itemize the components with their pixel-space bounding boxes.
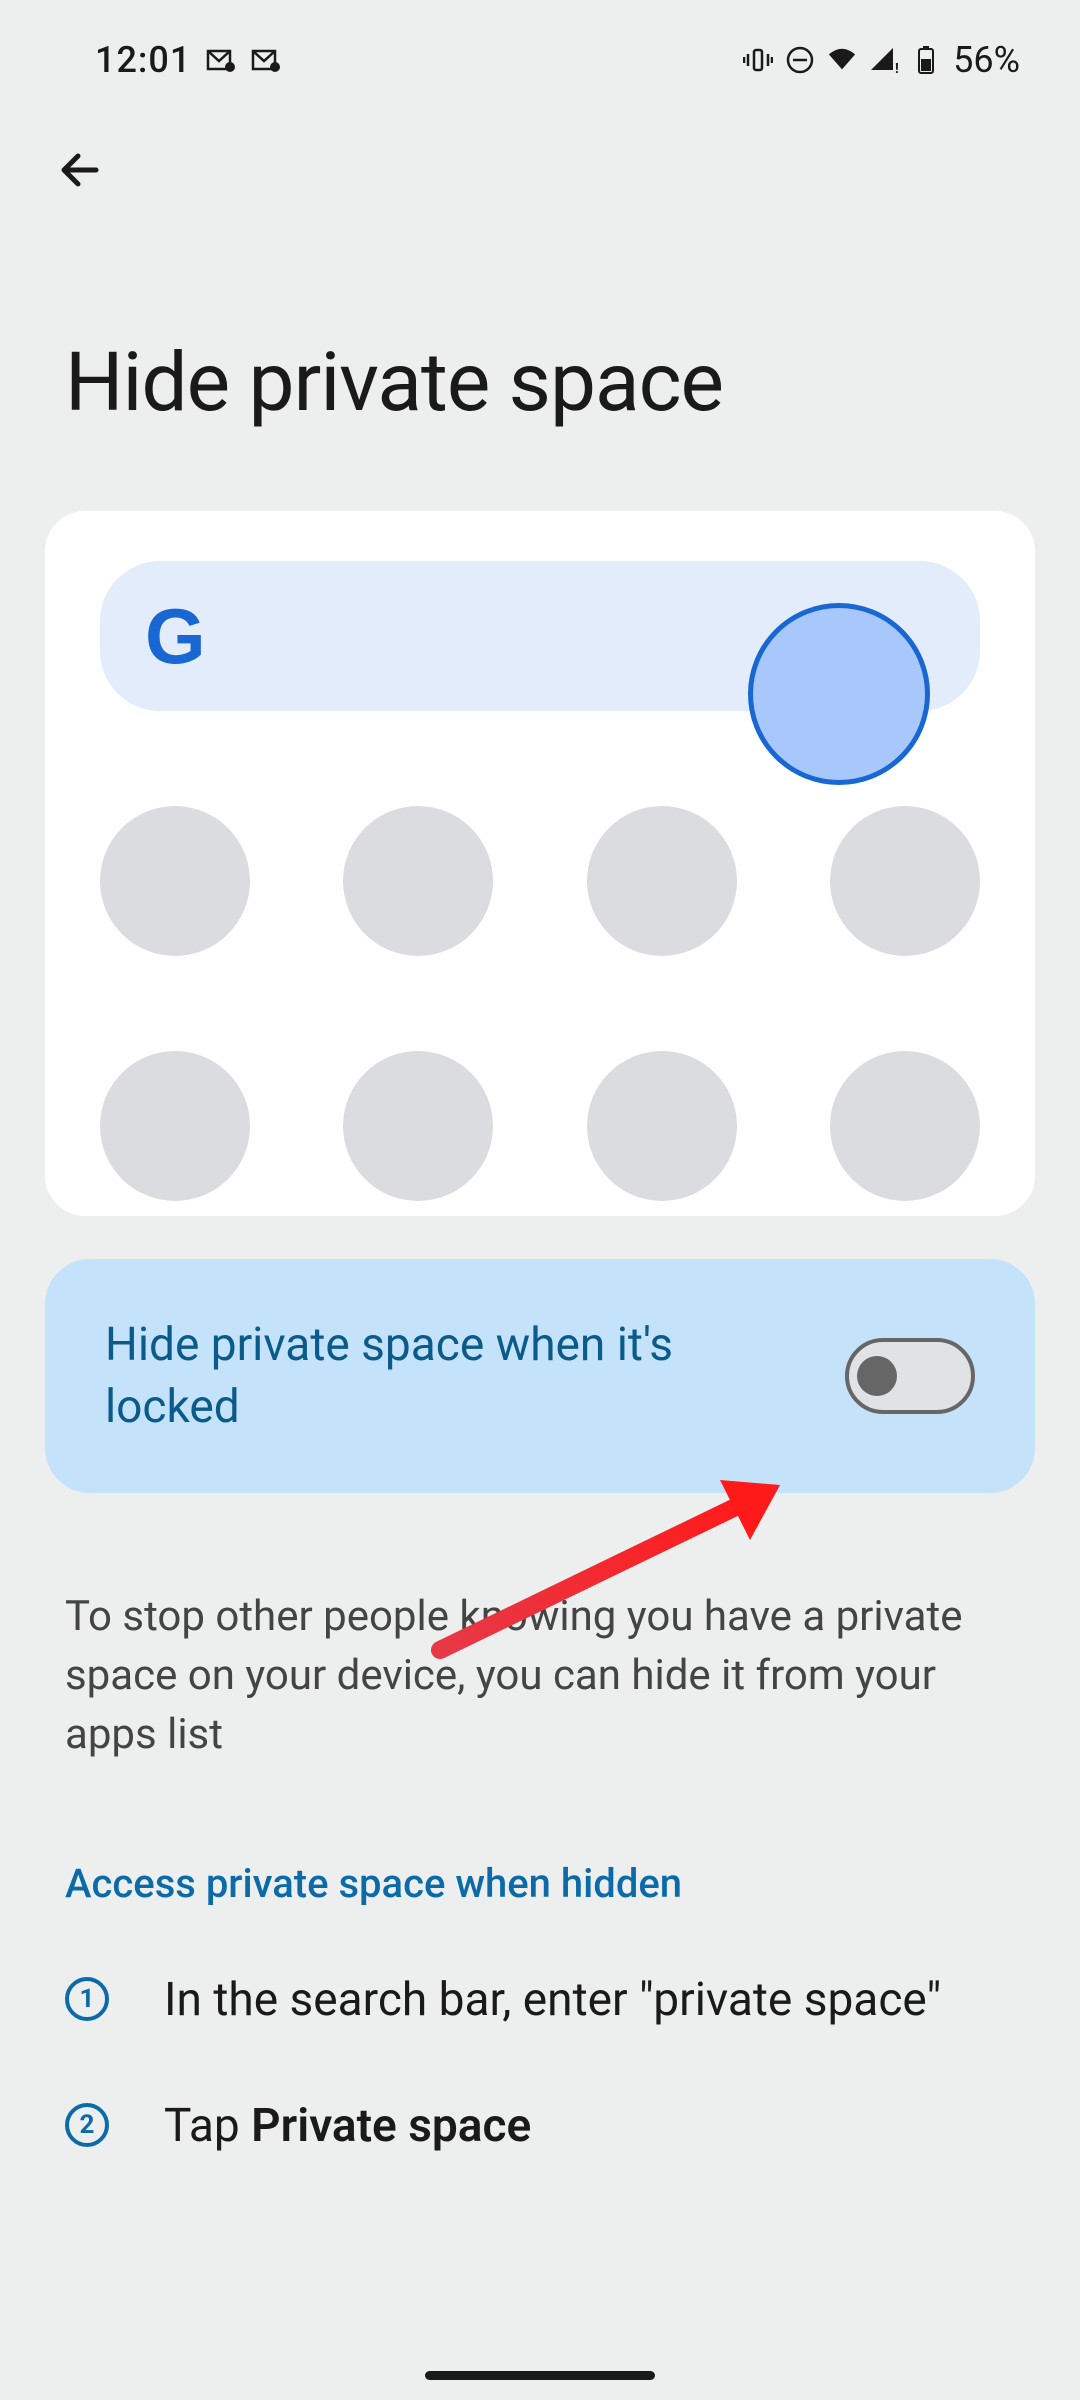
toggle-label: Hide private space when it's locked (105, 1314, 785, 1438)
battery-percentage: 56% (953, 39, 1020, 81)
app-placeholder (100, 806, 250, 956)
arrow-left-icon (56, 146, 104, 194)
app-placeholder (587, 1051, 737, 1201)
section-header: Access private space when hidden (0, 1765, 1080, 1907)
app-row-2 (100, 1051, 980, 1201)
hide-toggle-card[interactable]: Hide private space when it's locked (45, 1259, 1035, 1493)
step-number-2: 2 (65, 2103, 109, 2147)
highlight-circle (748, 603, 930, 785)
notification-icon-2 (251, 45, 281, 75)
google-g-icon: G (145, 591, 206, 682)
app-placeholder (587, 806, 737, 956)
step-1-text: In the search bar, enter "private space" (164, 1967, 941, 2034)
dnd-icon (785, 45, 815, 75)
app-placeholder (830, 1051, 980, 1201)
page-title: Hide private space (0, 200, 1080, 511)
notification-icon-1 (206, 45, 236, 75)
search-pill-illustration: G (100, 561, 980, 711)
app-header (0, 100, 1080, 200)
step-1: 1 In the search bar, enter "private spac… (0, 1907, 1080, 2034)
svg-text:!: ! (895, 61, 899, 74)
illustration-card: G (45, 511, 1035, 1216)
toggle-switch[interactable] (845, 1338, 975, 1414)
status-left: 12:01 (95, 39, 281, 81)
app-placeholder (343, 1051, 493, 1201)
back-button[interactable] (50, 140, 110, 200)
app-placeholder (830, 806, 980, 956)
app-row-1 (100, 806, 980, 956)
app-placeholder (343, 806, 493, 956)
status-bar: 12:01 ! 56% (0, 0, 1080, 100)
battery-icon (911, 45, 941, 75)
step-2: 2 Tap Private space (0, 2033, 1080, 2160)
toggle-knob (857, 1356, 897, 1396)
status-right: ! 56% (743, 39, 1020, 81)
app-placeholder (100, 1051, 250, 1201)
step-2-text: Tap Private space (164, 2093, 531, 2160)
step-number-1: 1 (65, 1977, 109, 2021)
clock: 12:01 (95, 39, 191, 81)
vibrate-icon (743, 45, 773, 75)
wifi-icon (827, 45, 857, 75)
description-text: To stop other people knowing you have a … (0, 1493, 1080, 1764)
navigation-pill[interactable] (425, 2371, 655, 2380)
signal-icon: ! (869, 45, 899, 75)
